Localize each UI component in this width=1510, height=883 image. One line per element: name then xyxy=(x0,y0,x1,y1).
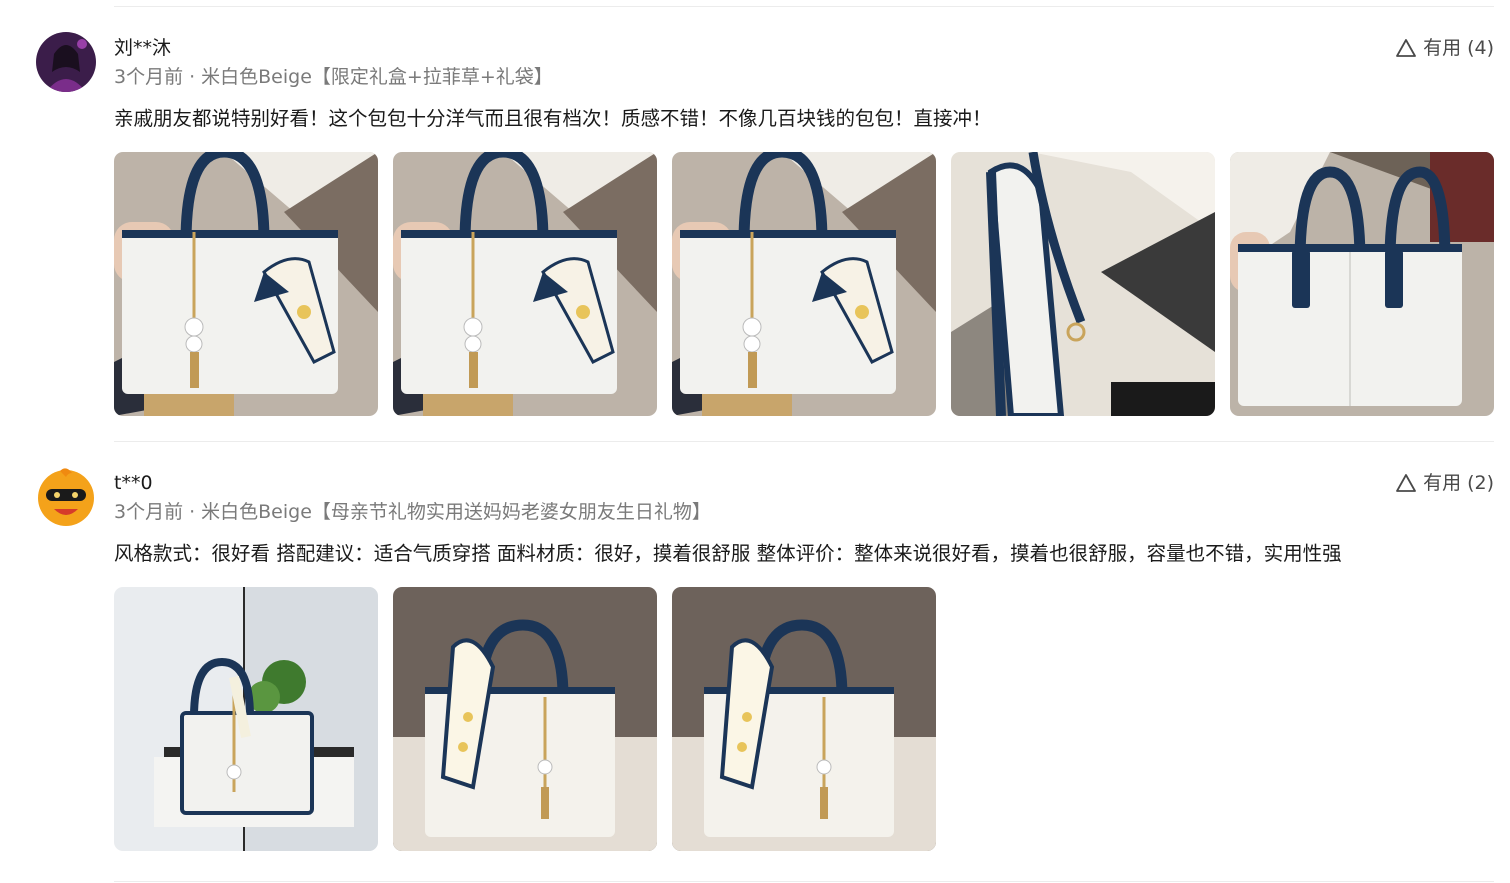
review-photo[interactable] xyxy=(1230,152,1494,416)
review-photo[interactable] xyxy=(393,152,657,416)
username: 刘**沐 xyxy=(114,37,172,59)
review-meta: 3个月前 · 米白色Beige【限定礼盒+拉菲草+礼袋】 xyxy=(114,65,553,89)
review-photo[interactable] xyxy=(114,587,378,851)
review-content: 风格款式：很好看 搭配建议：适合气质穿搭 面料材质：很好，摸着很舒服 整体评价：… xyxy=(114,542,1342,565)
review-photo[interactable] xyxy=(951,152,1215,416)
review-photo[interactable] xyxy=(393,587,657,851)
variant-label: 米白色Beige【母亲节礼物实用送妈妈老婆女朋友生日礼物】 xyxy=(201,501,711,523)
useful-button[interactable]: 有用 (2) xyxy=(1395,471,1494,495)
thumb-up-outline-icon xyxy=(1396,474,1416,492)
divider xyxy=(114,441,1494,442)
useful-count: (4) xyxy=(1467,37,1494,59)
review-time: 3个月前 xyxy=(114,501,184,523)
meta-separator: · xyxy=(189,66,196,88)
useful-label: 有用 xyxy=(1423,472,1462,494)
meta-separator: · xyxy=(189,501,196,523)
variant-label: 米白色Beige【限定礼盒+拉菲草+礼袋】 xyxy=(201,66,553,88)
useful-count: (2) xyxy=(1467,472,1494,494)
divider xyxy=(114,881,1494,882)
avatar[interactable] xyxy=(36,32,96,92)
thumb-up-outline-icon xyxy=(1396,39,1416,57)
review-time: 3个月前 xyxy=(114,66,184,88)
username: t**0 xyxy=(114,472,153,494)
divider xyxy=(114,6,1494,7)
review-photos xyxy=(114,587,936,851)
review-photo[interactable] xyxy=(672,587,936,851)
review-photo[interactable] xyxy=(114,152,378,416)
review-meta: 3个月前 · 米白色Beige【母亲节礼物实用送妈妈老婆女朋友生日礼物】 xyxy=(114,500,711,524)
review-content: 亲戚朋友都说特别好看！这个包包十分洋气而且很有档次！质感不错！不像几百块钱的包包… xyxy=(114,107,992,130)
useful-label: 有用 xyxy=(1423,37,1462,59)
avatar[interactable] xyxy=(36,467,96,527)
review-photo[interactable] xyxy=(672,152,936,416)
review-list: 刘**沐 3个月前 · 米白色Beige【限定礼盒+拉菲草+礼袋】 有用 (4) 亲… xyxy=(0,0,1510,883)
useful-button[interactable]: 有用 (4) xyxy=(1395,36,1494,60)
review-photos xyxy=(114,152,1494,416)
